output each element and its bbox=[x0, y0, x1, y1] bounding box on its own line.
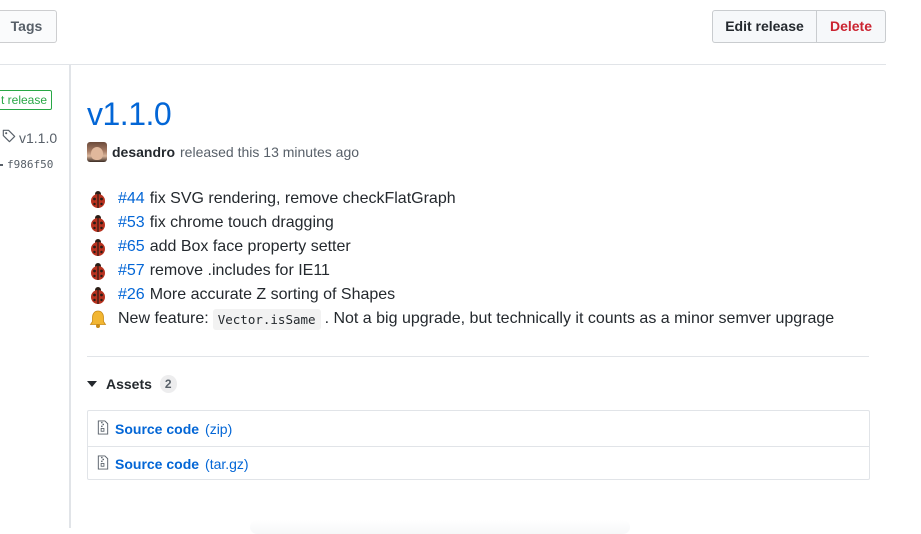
asset-extension[interactable]: (zip) bbox=[205, 421, 232, 437]
list-item: #44 fix SVG rendering, remove checkFlatG… bbox=[87, 187, 834, 211]
issue-link[interactable]: #53 bbox=[118, 214, 145, 232]
list-item: #65 add Box face property setter bbox=[87, 235, 834, 259]
release-notes: #44 fix SVG rendering, remove checkFlatG… bbox=[87, 187, 834, 331]
ladybug-icon bbox=[87, 237, 109, 257]
inline-code: Vector.isSame bbox=[212, 308, 321, 330]
note-text: fix chrome touch dragging bbox=[149, 214, 334, 231]
tag-link[interactable]: v1.1.0 bbox=[2, 129, 57, 146]
note-text: add Box face property setter bbox=[149, 238, 351, 255]
asset-row-zip[interactable]: Source code (zip) bbox=[88, 411, 869, 446]
latest-release-badge: t release bbox=[0, 90, 53, 110]
assets-heading: Assets bbox=[106, 376, 152, 392]
file-zip-icon bbox=[97, 419, 109, 438]
edit-release-button[interactable]: Edit release bbox=[712, 10, 817, 43]
release-title[interactable]: v1.1.0 bbox=[87, 92, 172, 136]
list-item: #53 fix chrome touch dragging bbox=[87, 211, 834, 235]
note-text: remove .includes for IE11 bbox=[149, 262, 330, 279]
commit-link[interactable]: f986f50 bbox=[0, 158, 53, 171]
ladybug-icon bbox=[87, 213, 109, 233]
bell-icon bbox=[87, 309, 109, 329]
tag-name: v1.1.0 bbox=[19, 129, 58, 146]
delete-release-button[interactable]: Delete bbox=[816, 10, 886, 43]
list-item: #57 remove .includes for IE11 bbox=[87, 259, 834, 283]
ladybug-icon bbox=[87, 261, 109, 281]
list-item: New feature: Vector.isSame . Not a big u… bbox=[87, 307, 834, 331]
assets-list: Source code (zip) Source code (tar.gz) bbox=[87, 410, 870, 480]
note-text: fix SVG rendering, remove checkFlatGraph bbox=[149, 190, 456, 207]
asset-link[interactable]: Source code bbox=[115, 456, 199, 472]
issue-link[interactable]: #57 bbox=[118, 262, 145, 280]
issue-link[interactable]: #26 bbox=[118, 286, 145, 304]
feature-prefix: New feature: bbox=[118, 310, 209, 327]
avatar[interactable] bbox=[87, 142, 107, 162]
file-zip-icon bbox=[97, 455, 109, 473]
triangle-down-icon bbox=[87, 381, 97, 387]
assets-toggle[interactable]: Assets 2 bbox=[87, 374, 177, 394]
tag-icon bbox=[2, 129, 16, 146]
git-commit-icon bbox=[0, 163, 3, 166]
issue-link[interactable]: #44 bbox=[118, 190, 145, 208]
list-item: #26 More accurate Z sorting of Shapes bbox=[87, 283, 834, 307]
asset-row-targz[interactable]: Source code (tar.gz) bbox=[88, 446, 869, 481]
commit-sha: f986f50 bbox=[7, 158, 54, 171]
bottom-shadow bbox=[250, 520, 630, 534]
release-byline: desandro released this 13 minutes ago bbox=[87, 142, 359, 162]
asset-link[interactable]: Source code bbox=[115, 421, 199, 437]
issue-link[interactable]: #65 bbox=[118, 238, 145, 256]
tags-button[interactable]: Tags bbox=[0, 10, 57, 43]
asset-extension[interactable]: (tar.gz) bbox=[205, 456, 249, 472]
timeline-divider bbox=[69, 65, 71, 528]
author-link[interactable]: desandro bbox=[112, 144, 175, 160]
ladybug-icon bbox=[87, 189, 109, 209]
ladybug-icon bbox=[87, 285, 109, 305]
release-time: released this 13 minutes ago bbox=[180, 144, 360, 160]
assets-count-badge: 2 bbox=[159, 375, 177, 393]
header-divider bbox=[0, 64, 886, 65]
note-text: More accurate Z sorting of Shapes bbox=[149, 286, 396, 303]
assets-divider bbox=[87, 356, 869, 357]
feature-text: . Not a big upgrade, but technically it … bbox=[324, 310, 835, 327]
